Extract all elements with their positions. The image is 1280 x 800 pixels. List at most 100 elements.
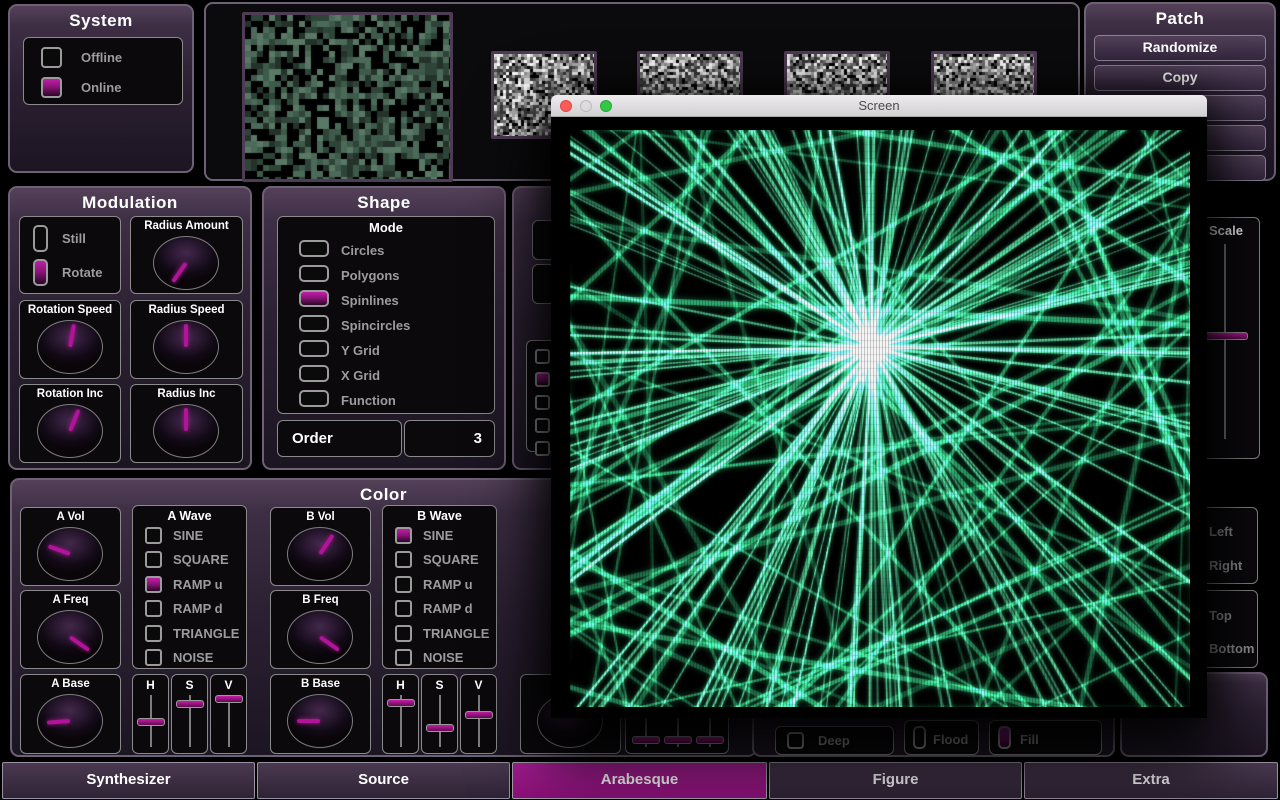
radius-speed-knob[interactable] [153,320,219,374]
b-sat-slider[interactable] [426,695,454,747]
b-val-box: V [460,674,497,754]
slider-handle[interactable] [426,724,454,732]
rotate-checkbox[interactable] [33,259,48,286]
slider-handle[interactable] [137,718,165,726]
slider-handle[interactable] [664,736,692,744]
b-wave-sine-checkbox[interactable] [395,527,412,544]
radius-speed-box: Radius Speed [130,300,243,379]
a-hue-slider[interactable] [137,695,165,747]
order-label-box: Order [277,420,402,457]
offline-checkbox[interactable] [41,47,62,68]
b-wave-triangle-label: TRIANGLE [423,626,489,641]
b-freq-box: B Freq [270,590,371,669]
deep-checkbox[interactable] [787,732,804,749]
rotation-speed-knob[interactable] [37,320,103,374]
b-vol-knob[interactable] [287,527,353,581]
window-titlebar[interactable]: Screen [551,95,1207,117]
bottom-label[interactable]: Bottom [1209,641,1255,656]
b-wave-square-checkbox[interactable] [395,551,412,568]
knob-pointer [184,324,188,347]
b-wave-rampu-checkbox[interactable] [395,576,412,593]
b-wave-label: B Wave [383,509,496,523]
slider-handle[interactable] [387,699,415,707]
randomize-button[interactable]: Randomize [1094,35,1266,61]
system-panel: System Offline Online [8,4,194,173]
tab-extra[interactable]: Extra [1024,762,1278,799]
aux-checkbox-3[interactable] [535,395,550,410]
tab-source[interactable]: Source [257,762,510,799]
order-value-box[interactable]: 3 [404,420,495,457]
system-options-box: Offline Online [23,37,183,105]
a-freq-knob[interactable] [37,610,103,664]
flood-label: Flood [933,732,968,747]
still-checkbox[interactable] [33,225,48,252]
b-wave-rampd-checkbox[interactable] [395,600,412,617]
a-wave-sine-checkbox[interactable] [145,527,162,544]
mode-xgrid-checkbox[interactable] [299,365,329,382]
top-label[interactable]: Top [1209,608,1232,623]
mode-polygons-checkbox[interactable] [299,265,329,282]
aux-checkbox-1[interactable] [535,349,550,364]
fill-checkbox[interactable] [998,726,1011,749]
slider-handle[interactable] [696,736,724,744]
b-vol-box: B Vol [270,507,371,586]
left-label[interactable]: Left [1209,524,1233,539]
flood-checkbox[interactable] [913,726,926,749]
tab-figure[interactable]: Figure [769,762,1022,799]
modulation-panel: Modulation Still Rotate Radius Amount Ro… [8,186,252,470]
b-wave-sine-label: SINE [423,528,453,543]
screen-window[interactable]: Screen [551,95,1207,718]
radius-inc-knob[interactable] [153,404,219,458]
right-label[interactable]: Right [1209,558,1242,573]
rotation-inc-knob[interactable] [37,404,103,458]
order-label: Order [292,430,333,447]
slider-handle[interactable] [176,700,204,708]
b-hue-slider[interactable] [387,695,415,747]
copy-button[interactable]: Copy [1094,65,1266,91]
app-root: System Offline Online Patch Randomize Co… [0,0,1280,800]
online-checkbox[interactable] [41,77,62,98]
mode-circles-checkbox[interactable] [299,240,329,257]
aux-checkbox-2[interactable] [535,372,550,387]
mode-spincircles-label: Spincircles [341,318,410,333]
scale-slider[interactable] [1202,244,1248,439]
mode-ygrid-checkbox[interactable] [299,340,329,357]
b-sat-box: S [421,674,458,754]
a-sat-slider[interactable] [176,695,204,747]
tab-synthesizer[interactable]: Synthesizer [2,762,255,799]
b-wave-rampu-label: RAMP u [423,577,473,592]
slider-handle[interactable] [1202,332,1248,340]
a-wave-rampu-checkbox[interactable] [145,576,162,593]
b-sat-label: S [422,678,457,692]
a-wave-rampd-checkbox[interactable] [145,600,162,617]
b-base-knob[interactable] [287,694,353,748]
aux-checkbox-4[interactable] [535,418,550,433]
b-wave-triangle-checkbox[interactable] [395,625,412,642]
aux-checkbox-5[interactable] [535,441,550,456]
rotate-label: Rotate [62,265,102,280]
a-wave-triangle-checkbox[interactable] [145,625,162,642]
radius-amount-knob[interactable] [153,236,219,290]
main-preview-noise-canvas [245,15,450,179]
a-vol-knob[interactable] [37,527,103,581]
mode-label: Mode [278,220,494,235]
main-preview-thumbnail[interactable] [242,12,453,182]
b-wave-noise-checkbox[interactable] [395,649,412,666]
slider-handle[interactable] [632,736,660,744]
b-freq-knob[interactable] [287,610,353,664]
a-wave-noise-checkbox[interactable] [145,649,162,666]
slider-handle[interactable] [465,711,493,719]
tab-arabesque[interactable]: Arabesque [512,762,767,799]
knob-pointer [171,262,187,283]
mode-spincircles-checkbox[interactable] [299,315,329,332]
a-wave-square-checkbox[interactable] [145,551,162,568]
b-val-slider[interactable] [465,695,493,747]
slider-handle[interactable] [215,695,243,703]
rotation-inc-box: Rotation Inc [19,384,121,463]
slider-track [478,695,480,747]
deep-box: Deep [775,726,894,755]
a-base-knob[interactable] [37,694,103,748]
mode-function-checkbox[interactable] [299,390,329,407]
mode-spinlines-checkbox[interactable] [299,290,329,307]
a-val-slider[interactable] [215,695,243,747]
